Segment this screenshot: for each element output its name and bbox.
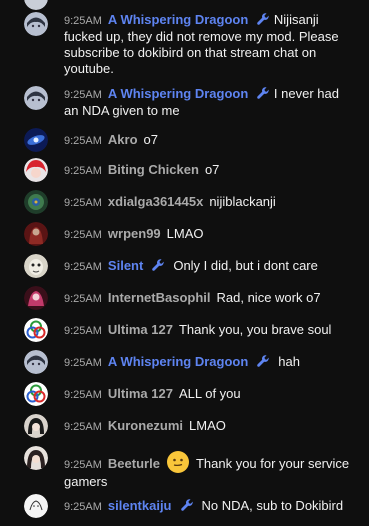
wrench-icon xyxy=(257,355,270,367)
author-name[interactable]: wrpen99 xyxy=(108,226,161,241)
author-name[interactable]: Ultima 127 xyxy=(108,386,173,401)
author-name[interactable]: xdialga361445x xyxy=(108,194,203,209)
timestamp: 9:25AM xyxy=(64,15,102,27)
message-text: o7 xyxy=(143,132,159,147)
avatar[interactable] xyxy=(24,128,48,152)
message-text: Thank you, you brave soul xyxy=(178,322,332,337)
author-name[interactable]: Beeturle xyxy=(108,456,160,471)
wrench-icon xyxy=(257,87,270,99)
timestamp: 9:25AM xyxy=(64,459,102,471)
timestamp: 9:25AM xyxy=(64,135,102,147)
timestamp: 9:25AM xyxy=(64,421,102,433)
message-text: LMAO xyxy=(166,226,204,241)
author-name[interactable]: A Whispering Dragoon xyxy=(108,354,248,369)
timestamp: 9:25AM xyxy=(64,197,102,209)
author-name[interactable]: Kuronezumi xyxy=(108,418,183,433)
avatar[interactable] xyxy=(24,222,48,246)
author-name[interactable]: A Whispering Dragoon xyxy=(108,12,248,27)
avatar[interactable] xyxy=(24,318,48,342)
avatar[interactable] xyxy=(24,86,48,110)
author-name[interactable]: Akro xyxy=(108,132,138,147)
avatar[interactable] xyxy=(24,254,48,278)
message-text: LMAO xyxy=(189,418,226,433)
author-name[interactable]: Silent xyxy=(108,258,143,273)
message-text: Rad, nice work o7 xyxy=(216,290,321,305)
message-text: Only I did, but i dont care xyxy=(173,258,318,273)
author-name[interactable]: Biting Chicken xyxy=(108,162,199,177)
message-text: hah xyxy=(278,354,300,369)
avatar[interactable] xyxy=(24,382,48,406)
timestamp: 9:25AM xyxy=(64,325,102,337)
wrench-icon xyxy=(152,259,165,271)
avatar[interactable] xyxy=(24,190,48,214)
avatar[interactable] xyxy=(24,158,48,182)
wrench-icon xyxy=(257,13,270,25)
avatar xyxy=(24,0,48,10)
live-chat-feed[interactable]: 9:25AM A Whispering Dragoon Nijisanji fuc… xyxy=(0,0,369,526)
avatar[interactable] xyxy=(24,12,48,36)
avatar[interactable] xyxy=(24,286,48,310)
author-name[interactable]: A Whispering Dragoon xyxy=(108,86,248,101)
timestamp: 9:25AM xyxy=(64,389,102,401)
author-name[interactable]: Ultima 127 xyxy=(108,322,173,337)
timestamp: 9:25AM xyxy=(64,165,102,177)
timestamp: 9:25AM xyxy=(64,501,102,513)
timestamp: 9:25AM xyxy=(64,293,102,305)
message-text: No NDA, sub to Dokibird xyxy=(201,498,344,513)
slight-smile-emoji-icon xyxy=(166,451,189,473)
timestamp: 9:25AM xyxy=(64,229,102,241)
timestamp: 9:25AM xyxy=(64,89,102,101)
avatar[interactable] xyxy=(24,446,48,470)
message-text: ALL of you xyxy=(178,386,241,401)
message-text: o7 xyxy=(204,162,220,177)
author-name[interactable]: silentkaiju xyxy=(108,498,172,513)
author-name[interactable]: InternetBasophil xyxy=(108,290,211,305)
timestamp: 9:25AM xyxy=(64,261,102,273)
timestamp: 9:25AM xyxy=(64,357,102,369)
avatar[interactable] xyxy=(24,494,48,518)
message-text: nijiblackanji xyxy=(209,194,276,209)
wrench-icon xyxy=(180,499,193,511)
avatar[interactable] xyxy=(24,350,48,374)
message-text: Thank you for your service gamers xyxy=(64,456,350,489)
avatar[interactable] xyxy=(24,414,48,438)
